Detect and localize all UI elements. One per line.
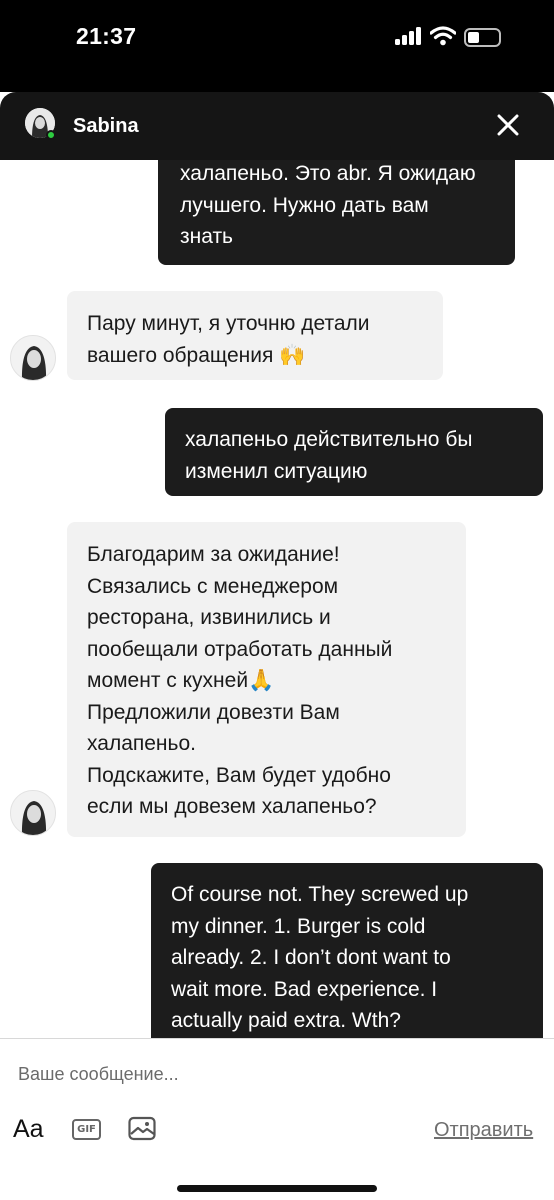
image-icon[interactable] (128, 1116, 156, 1142)
message-input[interactable] (18, 1057, 538, 1091)
status-time: 21:37 (76, 23, 137, 49)
cellular-signal-icon (395, 27, 423, 45)
contact-name: Sabina (73, 115, 139, 137)
status-bar: 21:37 (0, 0, 554, 92)
text-format-button[interactable]: Aa (13, 1115, 44, 1144)
message-outgoing: халапеньо. Это abr. Я ожидаю лучшего. Ну… (158, 160, 515, 265)
message-outgoing: халапеньо действительно бы изменил ситуа… (165, 408, 543, 496)
agent-avatar (10, 335, 56, 381)
online-status-dot (46, 130, 56, 140)
chat-header: Sabina (0, 92, 554, 160)
close-icon[interactable] (492, 109, 524, 141)
message-list[interactable]: халапеньо. Это abr. Я ожидаю лучшего. Ну… (0, 160, 554, 1038)
agent-avatar (10, 790, 56, 836)
message-incoming: Благодарим за ожидание! Связались с мене… (67, 522, 466, 837)
gif-button[interactable]: GIF (72, 1119, 101, 1140)
send-button[interactable]: Отправить (434, 1119, 533, 1142)
home-indicator (177, 1185, 377, 1192)
battery-icon (464, 28, 501, 47)
wifi-icon (430, 26, 456, 46)
message-outgoing: Of course not. They screwed up my dinner… (151, 863, 543, 1038)
message-composer: Aa GIF Отправить (0, 1038, 554, 1200)
message-incoming: Пару минут, я уточню детали вашего обращ… (67, 291, 443, 380)
